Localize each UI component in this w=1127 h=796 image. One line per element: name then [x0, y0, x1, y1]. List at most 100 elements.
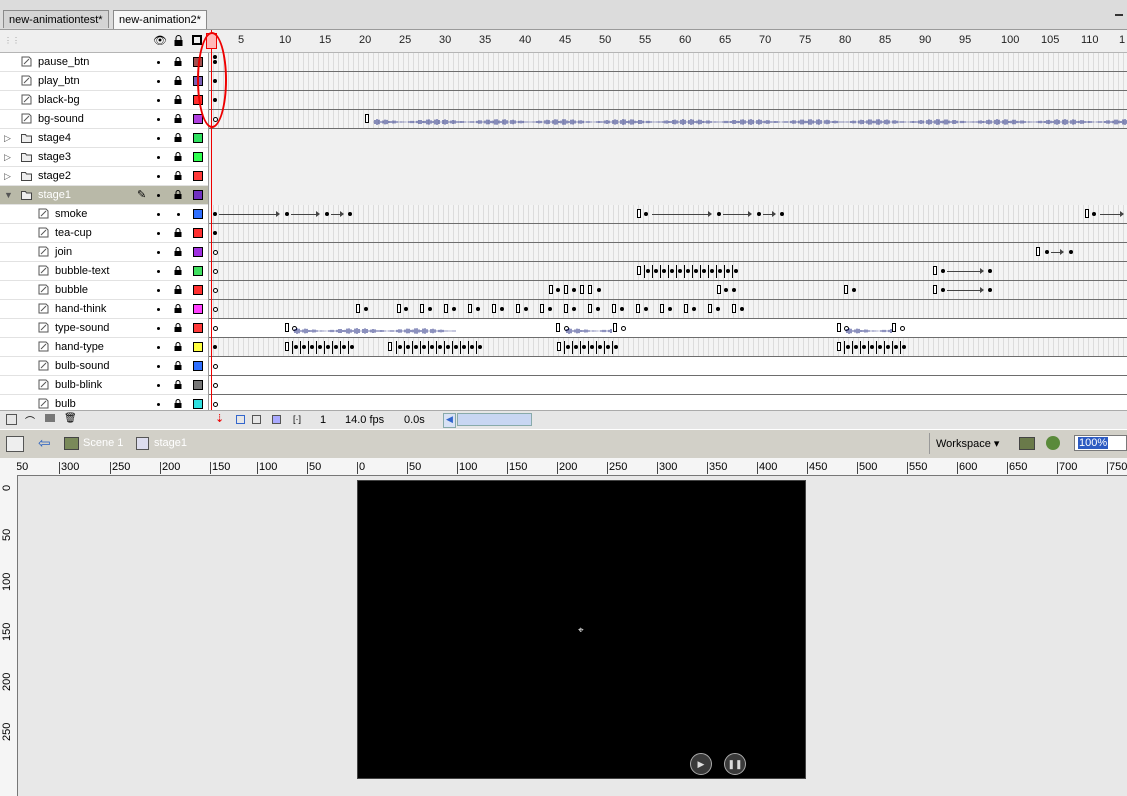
end-frame-marker[interactable] — [933, 266, 937, 275]
keyframe[interactable] — [213, 383, 218, 388]
layer-color-swatch[interactable] — [193, 209, 203, 219]
keyframe[interactable] — [1092, 212, 1096, 216]
layer-color-swatch[interactable] — [193, 266, 203, 276]
end-frame-marker[interactable] — [285, 323, 289, 332]
end-frame-marker[interactable] — [837, 323, 841, 332]
lock-icon[interactable] — [174, 76, 182, 85]
layer-row-stage1[interactable]: ▼ stage1 ✎ — [0, 186, 208, 205]
motion-tween-arrow[interactable] — [1100, 211, 1124, 217]
keyframe[interactable] — [724, 288, 728, 292]
layer-row-bulb-sound[interactable]: bulb-sound — [0, 357, 208, 376]
keyframe[interactable] — [941, 269, 945, 273]
layer-color-swatch[interactable] — [193, 323, 203, 333]
frame-row-stage3[interactable] — [209, 148, 1127, 167]
keyframe[interactable] — [213, 307, 218, 312]
keyframe[interactable] — [404, 307, 408, 311]
layer-row-hand-think[interactable]: hand-think — [0, 300, 208, 319]
keyframe[interactable] — [325, 212, 329, 216]
end-frame-marker[interactable] — [540, 304, 544, 313]
layer-name[interactable]: hand-type — [55, 341, 104, 353]
keyframe-sequence[interactable] — [844, 341, 906, 354]
frame-number[interactable]: 20 — [359, 34, 371, 46]
keyframe[interactable] — [732, 288, 736, 292]
visibility-dot[interactable] — [157, 175, 160, 178]
back-arrow-icon[interactable]: ⇦ — [38, 434, 51, 452]
end-frame-marker[interactable] — [717, 285, 721, 294]
new-layer-icon[interactable] — [6, 414, 17, 425]
end-frame-marker[interactable] — [612, 304, 616, 313]
end-frame-marker[interactable] — [1085, 209, 1089, 218]
keyframe[interactable] — [597, 288, 601, 292]
end-frame-marker[interactable] — [365, 114, 369, 123]
end-frame-marker[interactable] — [636, 304, 640, 313]
layer-name[interactable]: stage3 — [38, 151, 71, 163]
collapsed-triangle-icon[interactable]: ▷ — [4, 133, 11, 144]
layer-name[interactable]: bulb-sound — [55, 360, 109, 372]
lock-icon[interactable] — [174, 304, 182, 313]
lock-icon[interactable] — [174, 361, 182, 370]
keyframe[interactable] — [572, 288, 576, 292]
edit-scene-icon[interactable] — [1019, 437, 1035, 450]
expanded-triangle-icon[interactable]: ▼ — [4, 190, 13, 200]
layer-row-join[interactable]: join — [0, 243, 208, 262]
lock-icon[interactable] — [174, 380, 182, 389]
end-frame-marker[interactable] — [420, 304, 424, 313]
end-frame-marker[interactable] — [549, 285, 553, 294]
layer-row-bubble[interactable]: bubble — [0, 281, 208, 300]
frame-row-bulb-sound[interactable] — [209, 357, 1127, 376]
keyframe[interactable] — [213, 402, 218, 407]
frame-number[interactable]: 80 — [839, 34, 851, 46]
lock-icon[interactable] — [174, 399, 182, 408]
end-frame-marker[interactable] — [564, 304, 568, 313]
visibility-dot[interactable] — [157, 327, 160, 330]
frame-number[interactable]: 40 — [519, 34, 531, 46]
layer-name[interactable]: tea-cup — [55, 227, 92, 239]
layer-name[interactable]: bubble — [55, 284, 88, 296]
layer-row-bg-sound[interactable]: bg-sound — [0, 110, 208, 129]
keyframe-sequence[interactable] — [396, 341, 482, 354]
frame-number[interactable]: 1 — [1119, 34, 1125, 46]
visibility-dot[interactable] — [157, 308, 160, 311]
lock-icon[interactable] — [174, 266, 182, 275]
breadcrumb-scene[interactable]: Scene 1 — [83, 437, 123, 449]
frame-number[interactable]: 95 — [959, 34, 971, 46]
lock-icon[interactable] — [174, 342, 182, 351]
layer-color-swatch[interactable] — [193, 380, 203, 390]
keyframe[interactable] — [716, 307, 720, 311]
end-frame-marker[interactable] — [637, 209, 641, 218]
lock-icon[interactable] — [174, 95, 182, 104]
end-frame-marker[interactable] — [397, 304, 401, 313]
end-frame-marker[interactable] — [285, 342, 289, 351]
new-folder-icon[interactable] — [45, 414, 55, 422]
frame-number[interactable]: 15 — [319, 34, 331, 46]
layer-row-tea-cup[interactable]: tea-cup — [0, 224, 208, 243]
layer-name[interactable]: bulb — [55, 398, 76, 410]
layer-name[interactable]: smoke — [55, 208, 87, 220]
onion-skin-icon[interactable] — [236, 415, 245, 424]
keyframe[interactable] — [1069, 250, 1073, 254]
keyframe[interactable] — [780, 212, 784, 216]
frame-number[interactable]: 85 — [879, 34, 891, 46]
motion-tween-arrow[interactable] — [1051, 249, 1064, 255]
visibility-dot[interactable] — [157, 365, 160, 368]
end-frame-marker[interactable] — [516, 304, 520, 313]
layer-row-bulb-blink[interactable]: bulb-blink — [0, 376, 208, 395]
visibility-dot[interactable] — [157, 384, 160, 387]
layer-color-swatch[interactable] — [193, 399, 203, 409]
frame-number[interactable]: 60 — [679, 34, 691, 46]
layer-color-swatch[interactable] — [193, 361, 203, 371]
frame-rate[interactable]: 14.0 fps — [345, 414, 384, 426]
keyframe[interactable] — [548, 307, 552, 311]
frame-number[interactable]: 75 — [799, 34, 811, 46]
motion-tween-arrow[interactable] — [723, 211, 752, 217]
lock-icon[interactable] — [174, 323, 182, 332]
keyframe[interactable] — [213, 212, 217, 216]
end-frame-marker[interactable] — [708, 304, 712, 313]
visibility-dot[interactable] — [157, 99, 160, 102]
frame-row-bulb-blink[interactable] — [209, 376, 1127, 395]
layer-row-stage3[interactable]: ▷ stage3 — [0, 148, 208, 167]
end-frame-marker[interactable] — [492, 304, 496, 313]
frame-number[interactable]: 5 — [238, 34, 244, 46]
visibility-dot[interactable] — [157, 61, 160, 64]
lock-icon[interactable] — [174, 57, 182, 66]
